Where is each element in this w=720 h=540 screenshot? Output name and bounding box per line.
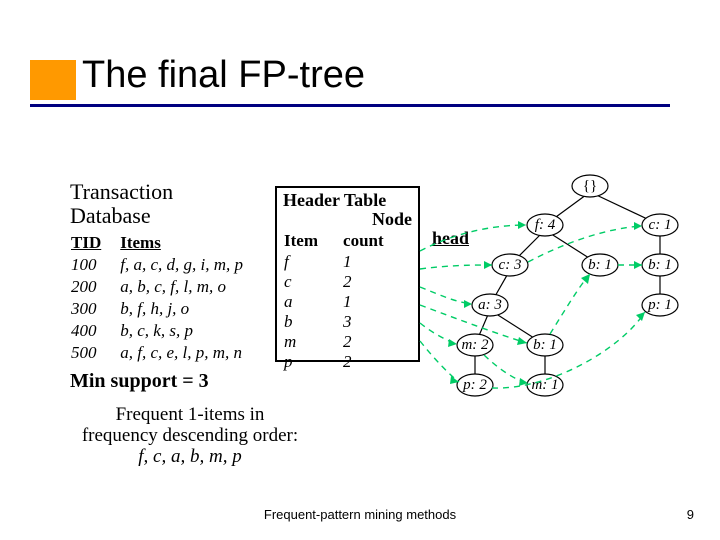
transaction-database: Transaction Database TID Items 100f, a, … <box>70 180 280 364</box>
title-underline <box>30 104 670 107</box>
trans-db-heading-2: Database <box>70 204 280 228</box>
transaction-table: TID Items 100f, a, c, d, g, i, m, p 200a… <box>70 232 261 364</box>
col-tid: TID <box>70 232 119 254</box>
table-row: 500a, f, c, e, l, p, m, n <box>70 342 261 364</box>
freq-line-1: Frequent 1-items in <box>116 404 265 425</box>
table-row: 100f, a, c, d, g, i, m, p <box>70 254 261 276</box>
node-b1c: b: 1 <box>533 337 557 353</box>
node-root: {} <box>583 178 597 194</box>
fp-tree: {} f: 4 c: 1 c: 3 b: 1 b: 1 a: 3 p: 1 m:… <box>380 170 710 450</box>
footer-text: Frequent-pattern mining methods <box>0 507 720 522</box>
min-support: Min support = 3 <box>70 370 209 393</box>
frequent-items-block: Frequent 1-items in frequency descending… <box>50 404 330 467</box>
node-c3: c: 3 <box>499 257 522 273</box>
col-item: Item <box>283 230 342 252</box>
node-p1: p: 1 <box>647 297 672 313</box>
table-row: 200a, b, c, f, l, m, o <box>70 276 261 298</box>
node-a3: a: 3 <box>478 297 502 313</box>
trans-db-heading-1: Transaction <box>70 180 280 204</box>
node-f4: f: 4 <box>535 217 556 233</box>
node-c1: c: 1 <box>649 217 672 233</box>
title-accent <box>30 60 76 100</box>
freq-order: f, c, a, b, m, p <box>138 446 241 467</box>
node-p2: p: 2 <box>462 377 487 393</box>
node-b1a: b: 1 <box>588 257 612 273</box>
slide-number: 9 <box>687 507 694 522</box>
node-m2: m: 2 <box>461 337 489 353</box>
node-m1: m: 1 <box>531 377 558 393</box>
title-bar: The final FP-tree <box>0 54 720 110</box>
freq-line-2: frequency descending order: <box>82 425 298 446</box>
slide-title: The final FP-tree <box>82 54 365 97</box>
col-items: Items <box>119 232 261 254</box>
node-b1b: b: 1 <box>648 257 672 273</box>
table-row: 300b, f, h, j, o <box>70 298 261 320</box>
table-row: 400b, c, k, s, p <box>70 320 261 342</box>
